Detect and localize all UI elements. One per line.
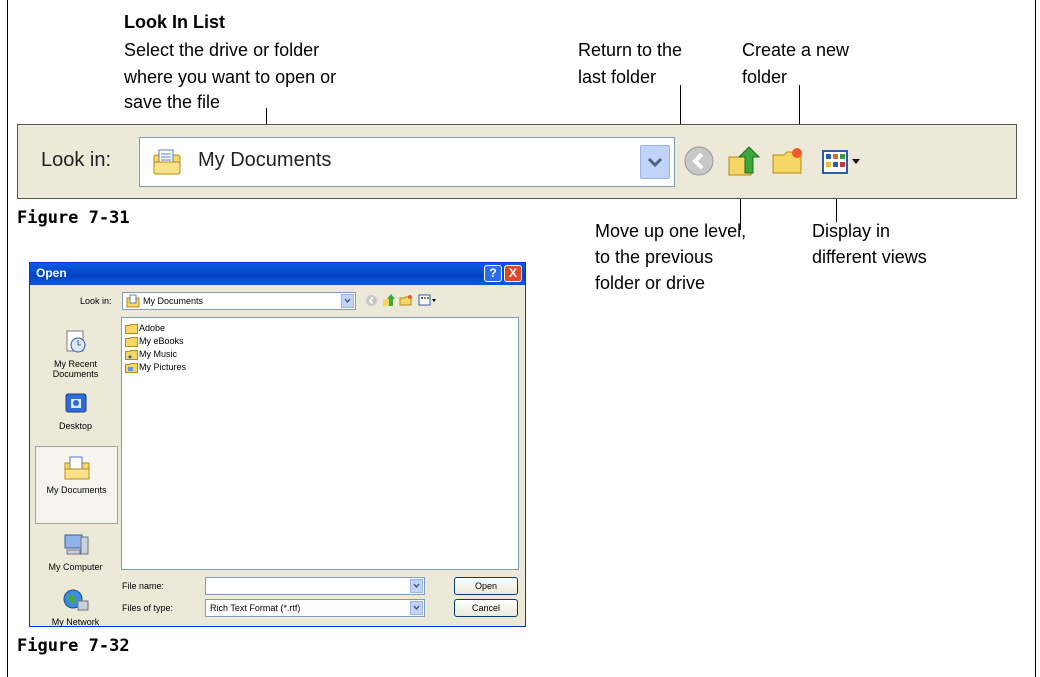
- open-button[interactable]: Open: [454, 577, 518, 595]
- help-button[interactable]: ?: [484, 265, 502, 282]
- recent-documents-icon: [66, 330, 85, 353]
- dialog-look-in-label: Look in:: [80, 296, 112, 306]
- dialog-look-in-value: My Documents: [143, 296, 204, 306]
- place-desktop[interactable]: Desktop: [35, 391, 116, 431]
- my-documents-icon: [64, 456, 89, 480]
- list-item[interactable]: Adobe: [125, 322, 165, 335]
- up-callout-line3: folder or drive: [595, 273, 706, 293]
- close-button[interactable]: X: [504, 265, 522, 282]
- music-folder-icon: [125, 349, 138, 360]
- look-in-combo[interactable]: My Documents: [139, 137, 675, 187]
- up-callout-line2: to the previous: [595, 247, 714, 267]
- chevron-down-icon: [413, 605, 420, 611]
- new-folder-callout-line2: folder: [742, 67, 788, 87]
- places-bar: My Recent Documents Desktop My Documents…: [35, 317, 118, 627]
- cancel-button[interactable]: Cancel: [454, 599, 518, 617]
- figure-32-label: Figure 7-32: [17, 636, 130, 656]
- look-in-dropdown-button[interactable]: [640, 145, 670, 179]
- file-name-dropdown[interactable]: [410, 579, 423, 593]
- folder-icon: [125, 323, 138, 334]
- file-name-label: File name:: [122, 581, 165, 591]
- back-icon[interactable]: [365, 294, 378, 307]
- place-label: My Computer: [48, 562, 103, 572]
- look-in-callout-title: Look In List: [124, 12, 225, 32]
- new-folder-icon[interactable]: [770, 143, 806, 179]
- new-folder-icon[interactable]: [399, 293, 413, 307]
- chevron-down-icon: [647, 157, 663, 168]
- file-name: My Music: [139, 349, 177, 359]
- up-one-level-icon[interactable]: [725, 143, 761, 179]
- folder-icon: [125, 336, 138, 347]
- dialog-title-bar: Open ? X: [30, 263, 525, 285]
- views-icon[interactable]: [820, 143, 864, 179]
- place-label: My Documents: [46, 485, 107, 495]
- file-name: My eBooks: [139, 336, 184, 346]
- views-callout-line1: Display in: [812, 221, 891, 241]
- my-network-icon: [63, 589, 88, 611]
- files-of-type-label: Files of type:: [122, 603, 174, 613]
- look-in-combo-value: My Documents: [198, 149, 332, 171]
- my-documents-icon: [126, 294, 140, 308]
- place-label: Documents: [52, 369, 99, 379]
- look-in-label: Look in:: [41, 149, 112, 171]
- up-one-level-icon[interactable]: [382, 293, 396, 307]
- file-name-field[interactable]: [205, 577, 425, 595]
- files-of-type-select[interactable]: Rich Text Format (*.rtf): [205, 599, 425, 617]
- figure-31-label: Figure 7-31: [17, 208, 130, 228]
- views-icon[interactable]: [418, 293, 438, 307]
- place-label: My Network: [51, 617, 100, 627]
- back-icon[interactable]: [681, 143, 717, 179]
- look-in-callout-line3: save the file: [124, 92, 221, 112]
- chevron-down-icon: [344, 298, 351, 304]
- place-my-network[interactable]: My Network: [35, 587, 116, 627]
- new-folder-callout-line1: Create a new: [742, 40, 850, 60]
- look-in-callout-line1: Select the drive or folder: [124, 40, 320, 60]
- my-documents-icon: [153, 149, 181, 175]
- dialog-look-in-combo[interactable]: My Documents: [122, 292, 356, 310]
- my-computer-icon: [64, 534, 88, 555]
- up-callout-line1: Move up one level,: [595, 221, 747, 241]
- back-callout-line2: last folder: [578, 67, 657, 87]
- open-dialog: Open ? X Look in: My Documents My Recent…: [29, 262, 526, 627]
- place-my-computer[interactable]: My Computer: [35, 532, 116, 572]
- dialog-title: Open: [36, 266, 67, 280]
- place-label: My Recent: [53, 359, 97, 369]
- files-of-type-value: Rich Text Format (*.rtf): [210, 603, 301, 613]
- desktop-icon: [65, 393, 86, 413]
- place-my-recent-documents[interactable]: My Recent Documents: [35, 329, 116, 379]
- back-callout-line1: Return to the: [578, 40, 683, 60]
- list-item[interactable]: My eBooks: [125, 335, 184, 348]
- file-name: Adobe: [139, 323, 166, 333]
- list-item[interactable]: My Pictures: [125, 361, 186, 374]
- look-in-toolbar-enlarged: Look in: My Documents: [17, 124, 1017, 199]
- dialog-look-in-dropdown[interactable]: [341, 294, 354, 308]
- place-label: Desktop: [58, 421, 93, 431]
- views-callout-line2: different views: [812, 247, 927, 267]
- look-in-callout-line2: where you want to open or: [124, 67, 337, 87]
- list-item[interactable]: My Music: [125, 348, 177, 361]
- chevron-down-icon: [413, 583, 420, 589]
- pictures-folder-icon: [125, 362, 138, 373]
- files-of-type-dropdown[interactable]: [410, 601, 423, 615]
- file-list[interactable]: Adobe My eBooks My Music My Pictures: [121, 317, 519, 570]
- file-name: My Pictures: [139, 362, 187, 372]
- place-my-documents[interactable]: My Documents: [35, 446, 118, 524]
